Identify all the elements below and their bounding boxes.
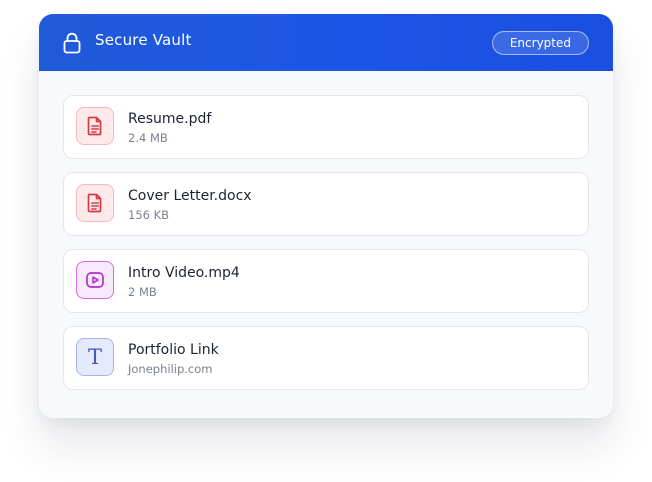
file-item-resume[interactable]: Resume.pdf 2.4 MB [63,95,589,159]
document-icon [76,184,114,222]
file-name: Cover Letter.docx [128,188,252,204]
link-url: Jonephilip.com [128,362,213,376]
encrypted-badge: Encrypted [491,31,589,55]
file-list: Resume.pdf 2.4 MB Cover Letter.docx 156 … [63,95,589,403]
vault-title: Secure Vault [95,31,192,49]
file-size: 156 KB [128,208,170,222]
file-size: 2.4 MB [128,131,168,145]
vault-header: Secure Vault Encrypted [39,14,613,71]
video-icon [76,261,114,299]
file-name: Portfolio Link [128,342,219,358]
lock-icon [63,32,81,54]
file-name: Intro Video.mp4 [128,265,240,281]
text-icon: T [76,338,114,376]
file-item-portfolio-link[interactable]: T Portfolio Link Jonephilip.com [63,326,589,390]
file-item-intro-video[interactable]: Intro Video.mp4 2 MB [63,249,589,313]
file-item-cover-letter[interactable]: Cover Letter.docx 156 KB [63,172,589,236]
file-name: Resume.pdf [128,111,212,127]
document-icon [76,107,114,145]
vault-card: Secure Vault Encrypted Resume.pdf 2.4 MB [39,14,613,418]
file-size: 2 MB [128,285,157,299]
text-glyph: T [87,344,102,369]
